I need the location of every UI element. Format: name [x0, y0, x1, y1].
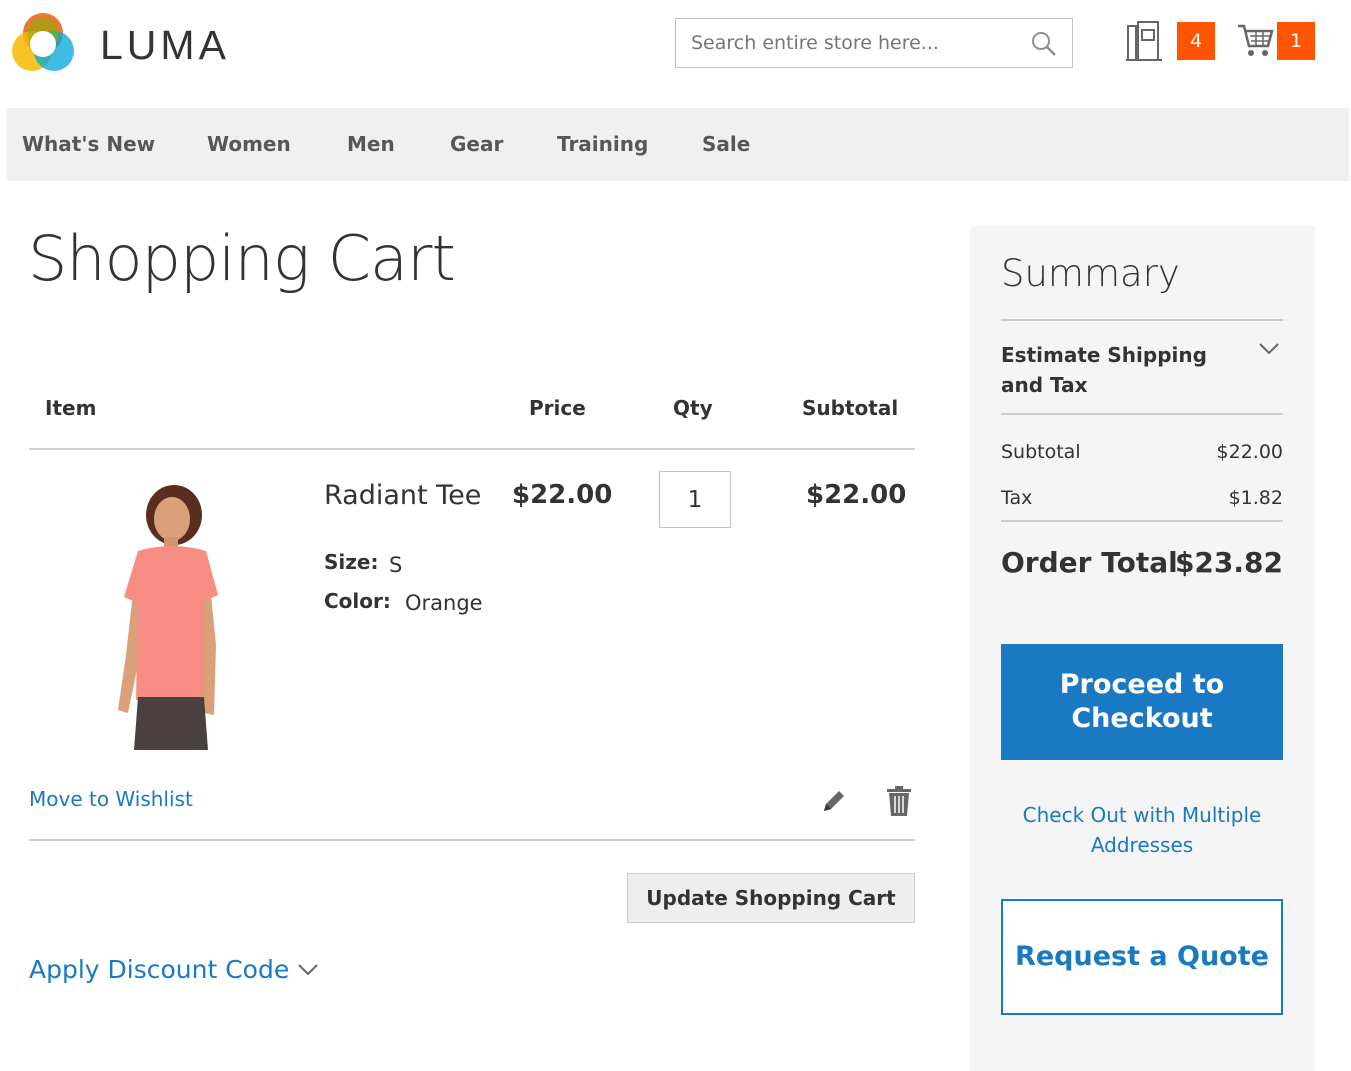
nav-item-men[interactable]: Men — [347, 108, 395, 181]
compare-icon[interactable] — [1124, 20, 1164, 62]
nav-item-training[interactable]: Training — [557, 108, 648, 181]
column-header-item: Item — [45, 396, 97, 420]
order-total-label: Order Total — [1001, 546, 1178, 579]
column-header-price: Price — [529, 396, 586, 420]
color-label: Color: — [324, 589, 391, 613]
trash-icon[interactable] — [886, 785, 912, 817]
proceed-to-checkout-button[interactable]: Proceed to Checkout — [1001, 644, 1283, 760]
size-label: Size: — [324, 550, 379, 574]
cart-icon[interactable] — [1236, 22, 1274, 58]
column-header-subtotal: Subtotal — [802, 396, 899, 420]
compare-count-badge[interactable]: 4 — [1177, 22, 1215, 60]
product-name-link[interactable]: Radiant Tee — [324, 480, 481, 511]
page-title: Shopping Cart — [28, 222, 456, 295]
order-total-value: $23.82 — [1174, 546, 1283, 579]
estimate-shipping-toggle[interactable]: Estimate Shipping and Tax — [1001, 340, 1221, 400]
chevron-down-icon[interactable] — [297, 963, 319, 977]
table-header-divider — [29, 448, 915, 450]
nav-item-women[interactable]: Women — [207, 108, 291, 181]
chevron-down-icon[interactable] — [1258, 342, 1280, 356]
tax-value: $1.82 — [1228, 487, 1283, 509]
cart-item-divider — [29, 839, 915, 841]
summary-divider — [1001, 413, 1283, 415]
main-nav: What's New Women Men Gear Training Sale — [7, 108, 1349, 181]
summary-divider — [1001, 520, 1283, 522]
order-summary-panel: Summary Estimate Shipping and Tax Subtot… — [970, 226, 1315, 1071]
search-input[interactable] — [676, 19, 1072, 67]
color-value: Orange — [405, 591, 483, 615]
checkout-multiple-addresses-link[interactable]: Check Out with Multiple Addresses — [1001, 800, 1283, 860]
edit-icon[interactable] — [820, 787, 848, 815]
item-subtotal: $22.00 — [806, 480, 907, 510]
apply-discount-link[interactable]: Apply Discount Code — [29, 955, 289, 984]
move-to-wishlist-link[interactable]: Move to Wishlist — [29, 787, 193, 811]
nav-item-sale[interactable]: Sale — [702, 108, 750, 181]
search-icon[interactable] — [1030, 30, 1058, 58]
product-image[interactable] — [108, 485, 228, 750]
luma-logo-icon[interactable] — [8, 9, 78, 79]
request-quote-button[interactable]: Request a Quote — [1001, 899, 1283, 1015]
nav-item-gear[interactable]: Gear — [450, 108, 503, 181]
subtotal-value: $22.00 — [1216, 441, 1283, 463]
search-box — [675, 18, 1073, 68]
logo-text[interactable]: LUMA — [100, 22, 230, 69]
summary-divider — [1001, 319, 1283, 321]
size-value: S — [389, 553, 403, 577]
item-price: $22.00 — [512, 480, 613, 510]
subtotal-label: Subtotal — [1001, 441, 1081, 463]
summary-title: Summary — [1001, 252, 1180, 295]
nav-item-whats-new[interactable]: What's New — [22, 108, 155, 181]
qty-input[interactable] — [659, 471, 731, 528]
tax-label: Tax — [1001, 487, 1033, 509]
cart-count-badge[interactable]: 1 — [1277, 22, 1315, 60]
column-header-qty: Qty — [673, 396, 713, 420]
update-cart-button[interactable]: Update Shopping Cart — [627, 873, 915, 923]
